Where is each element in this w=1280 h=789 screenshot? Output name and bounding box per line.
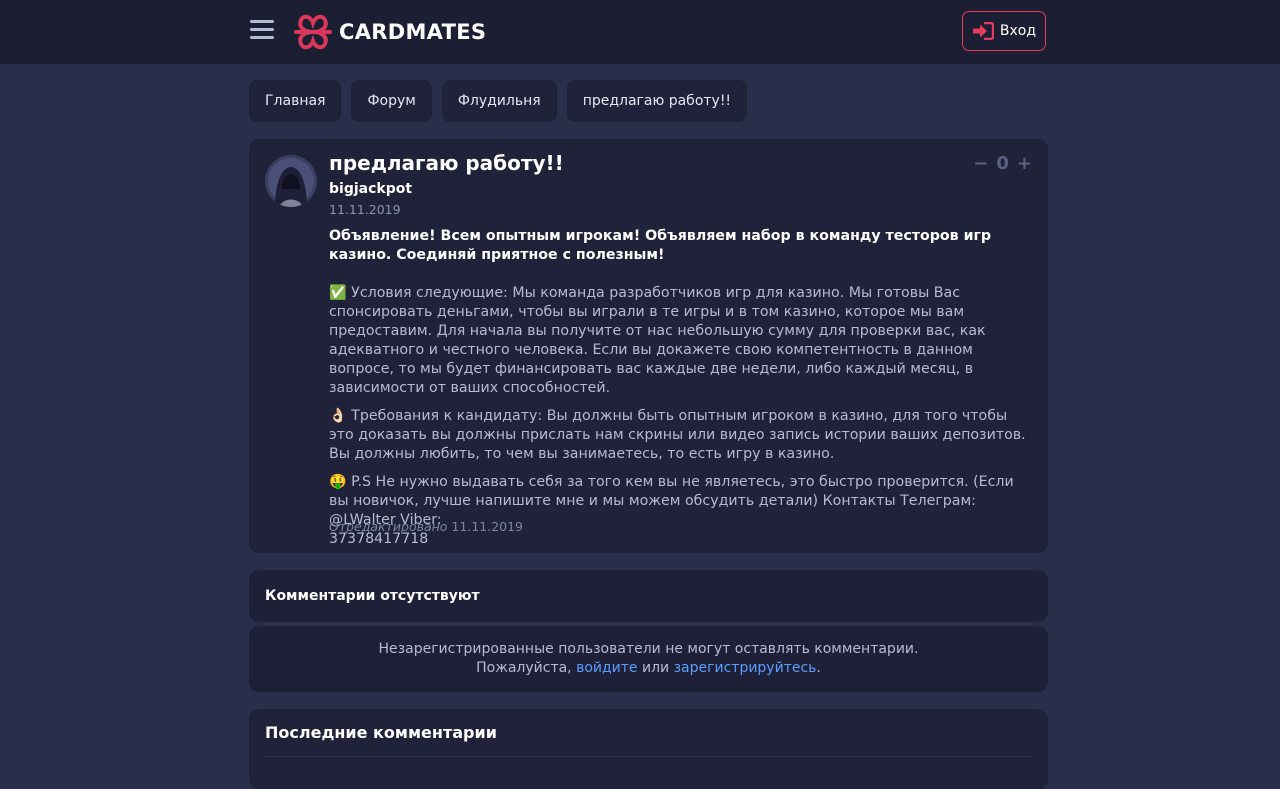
top-bar: CARDMATES Вход (0, 0, 1280, 64)
login-label: Вход (999, 23, 1037, 39)
vote-widget: − 0 + (973, 153, 1032, 174)
guest-notice-line1: Незарегистрированные пользователи не мог… (378, 641, 919, 657)
logo-text: CARDMATES (339, 20, 487, 44)
post-paragraph-requirements: 👌🏻 Требования к кандидату: Вы должны быт… (329, 408, 1026, 462)
hamburger-menu-icon[interactable] (250, 20, 274, 42)
login-button[interactable]: Вход (962, 11, 1046, 51)
vote-count: 0 (996, 153, 1009, 174)
register-link[interactable]: зарегистрируйтесь (674, 660, 817, 676)
recent-comments-panel: Последние комментарии (249, 709, 1048, 789)
recent-comments-title: Последние комментарии (265, 723, 497, 742)
post-title: предлагаю работу!! (329, 151, 564, 175)
comments-empty: Комментарии отсутствуют (249, 570, 1048, 622)
post-lead: Объявление! Всем опытным игрокам! Объявл… (329, 228, 992, 263)
login-link[interactable]: войдите (576, 660, 637, 676)
hooded-avatar-icon (265, 155, 317, 207)
sign-in-icon (972, 22, 994, 40)
post-card: предлагаю работу!! bigjackpot 11.11.2019… (249, 139, 1048, 553)
edited-date: 11.11.2019 (451, 519, 524, 534)
vote-up-button[interactable]: + (1017, 153, 1032, 174)
breadcrumb: Главная Форум Флудильня предлагаю работу… (249, 80, 748, 122)
breadcrumb-forum[interactable]: Форум (351, 80, 432, 122)
guest-notice-prefix: Пожалуйста, (476, 660, 572, 676)
vote-down-button[interactable]: − (973, 153, 988, 174)
guest-notice-or: или (642, 660, 670, 676)
post-paragraph-ps: 🤑 P.S Не нужно выдавать себя за того кем… (329, 473, 1029, 549)
breadcrumb-home[interactable]: Главная (249, 80, 342, 122)
guest-notice: Незарегистрированные пользователи не мог… (249, 626, 1048, 692)
edited-note: Отредактировано 11.11.2019 (329, 519, 523, 534)
edited-label: Отредактировано (329, 519, 448, 534)
divider (265, 756, 1032, 757)
guest-notice-period: . (816, 660, 821, 676)
site-logo[interactable]: CARDMATES (292, 11, 486, 53)
breadcrumb-current[interactable]: предлагаю работу!! (566, 80, 748, 122)
guest-notice-line2: Пожалуйста, войдите или зарегистрируйтес… (476, 659, 821, 678)
avatar[interactable] (265, 155, 317, 207)
post-body: Объявление! Всем опытным игрокам! Объявл… (329, 227, 1029, 549)
logo-knot-icon (294, 14, 332, 50)
post-author[interactable]: bigjackpot (329, 181, 412, 197)
post-date: 11.11.2019 (329, 202, 401, 217)
post-paragraph-conditions: ✅ Условия следующие: Мы команда разработ… (329, 285, 986, 396)
breadcrumb-flood[interactable]: Флудильня (441, 80, 557, 122)
